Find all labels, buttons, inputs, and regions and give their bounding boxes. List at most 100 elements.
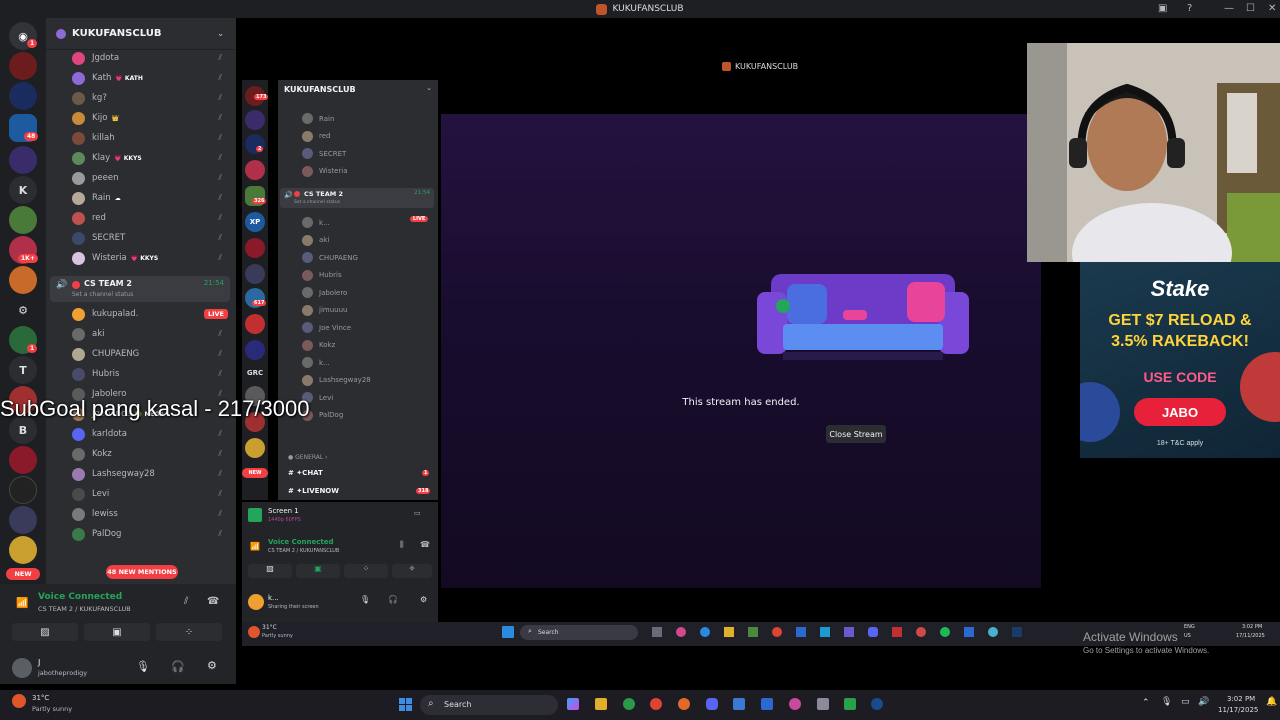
inner-member-row[interactable]: SECRET (302, 145, 346, 162)
windows-start-icon[interactable] (399, 698, 412, 711)
new-mentions-button[interactable]: 48 NEW MENTIONS (106, 565, 178, 579)
inner-member-row[interactable]: Lashsegway28 (302, 372, 371, 389)
member-row[interactable]: Wisteria 💗 KKYS ⫽ (72, 249, 232, 267)
close-button[interactable]: ✕ (1268, 3, 1276, 14)
server-icon[interactable]: ⚙ (9, 296, 37, 324)
screen-share-button[interactable]: ▣ (84, 623, 150, 641)
server-icon[interactable] (9, 506, 37, 534)
inner-member-row[interactable]: Hubris (302, 267, 342, 284)
inner-member-row[interactable]: Kokz (302, 337, 335, 354)
inner-voice-channel[interactable]: 🔊 CS TEAM 2 21:54 Set a channel status (280, 188, 434, 208)
inner-channel-chat[interactable]: # ✦CHAT (288, 469, 323, 477)
voice-channel-path[interactable]: CS TEAM 2 / KUKUFANSCLUB (38, 605, 131, 613)
inner-member-row[interactable]: k... (302, 214, 330, 231)
activities-button[interactable]: ⁘ (156, 623, 222, 641)
app-icon[interactable] (789, 698, 801, 710)
member-row[interactable]: Levi ⫽ (72, 485, 232, 503)
app-icon[interactable] (761, 698, 773, 710)
weather-temp[interactable]: 31°C (32, 694, 49, 702)
server-header[interactable]: KUKUFANSCLUB ⌄ (46, 18, 236, 50)
help-icon[interactable]: ? (1187, 3, 1192, 14)
chrome-icon[interactable] (623, 698, 635, 710)
maximize-button[interactable]: ☐ (1246, 3, 1255, 14)
member-row[interactable]: Jgdota ⫽ (72, 49, 232, 67)
inner-member-row[interactable]: aki (302, 232, 329, 249)
voice-channel-cs-team-2[interactable]: 🔊 CS TEAM 2 21:54 Set a channel status (50, 276, 230, 302)
inner-category-general[interactable]: ● GENERAL › (288, 454, 328, 461)
close-stream-button[interactable]: Close Stream (826, 425, 886, 443)
member-row[interactable]: Lashsegway28 ⫽ (72, 465, 232, 483)
weather-desc[interactable]: Partly sunny (32, 705, 72, 713)
avatar[interactable] (12, 658, 32, 678)
member-row[interactable]: kukupalad. LIVE (72, 305, 232, 323)
server-icon[interactable] (9, 206, 37, 234)
member-row[interactable]: karldota ⫽ (72, 425, 232, 443)
steam-icon[interactable] (871, 698, 883, 710)
sponsor-ad[interactable]: Stake GET $7 RELOAD & 3.5% RAKEBACK! USE… (1080, 262, 1280, 458)
signal-icon[interactable]: 📶 (16, 598, 28, 609)
inner-search-box[interactable]: Search (520, 625, 638, 640)
member-row[interactable]: PalDog ⫽ (72, 525, 232, 543)
server-icon[interactable] (9, 82, 37, 110)
inner-member-row[interactable]: red (302, 128, 330, 145)
inner-member-row[interactable]: Joe Vince (302, 319, 351, 336)
minimize-button[interactable]: — (1224, 3, 1234, 14)
server-icon[interactable] (9, 476, 37, 504)
weather-icon[interactable] (12, 694, 26, 708)
inner-member-row[interactable]: k... (302, 354, 330, 371)
disconnect-icon[interactable]: ☎ (207, 596, 219, 607)
server-icon[interactable] (9, 52, 37, 80)
member-row[interactable]: aki ⫽ (72, 325, 232, 343)
voice-connected-label[interactable]: Voice Connected (38, 592, 122, 602)
tray-chevron-icon[interactable]: ⌃ (1142, 698, 1150, 708)
app-icon[interactable] (817, 698, 829, 710)
clock-time[interactable]: 3:02 PM (1227, 695, 1255, 703)
inbox-icon[interactable]: ▣ (1158, 3, 1167, 14)
clock-date[interactable]: 11/17/2025 (1218, 706, 1258, 714)
tray-mic-icon[interactable]: 🎙 (1161, 697, 1172, 707)
member-row[interactable]: killah ⫽ (72, 129, 232, 147)
inner-member-row[interactable]: Jabolero (302, 284, 347, 301)
inner-channel-livenow[interactable]: # ✦LIVENOW (288, 487, 339, 495)
server-letter-k[interactable]: K (9, 176, 37, 204)
ad-code-button[interactable]: JABO (1134, 398, 1226, 426)
channel-status-hint[interactable]: Set a channel status (72, 291, 133, 298)
notepad-icon[interactable] (733, 698, 745, 710)
chevron-down-icon[interactable]: ⌄ (426, 84, 432, 92)
user-display-name[interactable]: J (38, 658, 40, 667)
server-icon[interactable] (9, 536, 37, 564)
notifications-icon[interactable]: 🔔 (1266, 697, 1277, 707)
user-handle[interactable]: jabotheprodigy (38, 669, 87, 677)
chrome-profile-icon[interactable] (650, 698, 662, 710)
member-row[interactable]: Kath 💗 KATH ⫽ (72, 69, 232, 87)
member-row[interactable]: kg? ⫽ (72, 89, 232, 107)
network-icon[interactable]: ▭ (1181, 697, 1190, 707)
member-row[interactable]: Rain ☁ ⫽ (72, 189, 232, 207)
inner-member-row[interactable]: Wisteria (302, 163, 348, 180)
inner-member-row[interactable]: jimuuuu (302, 302, 347, 319)
member-row[interactable]: red ⫽ (72, 209, 232, 227)
server-icon[interactable] (9, 446, 37, 474)
member-row[interactable]: SECRET ⫽ (72, 229, 232, 247)
server-letter-t[interactable]: T (9, 356, 37, 384)
member-row[interactable]: CHUPAENG ⫽ (72, 345, 232, 363)
file-explorer-icon[interactable] (595, 698, 607, 710)
discord-taskbar-icon[interactable] (706, 698, 718, 710)
microphone-icon[interactable]: 🎙 (136, 660, 150, 673)
member-row[interactable]: Hubris ⫽ (72, 365, 232, 383)
member-row[interactable]: peeen ⫽ (72, 169, 232, 187)
app-icon[interactable] (844, 698, 856, 710)
chrome-profile-2-icon[interactable] (678, 698, 690, 710)
chevron-down-icon[interactable]: ⌄ (217, 29, 224, 38)
member-row[interactable]: Kokz ⫽ (72, 445, 232, 463)
member-row[interactable]: lewiss ⫽ (72, 505, 232, 523)
inner-member-row[interactable]: CHUPAENG (302, 249, 358, 266)
member-row[interactable]: Kijo 👑 ⫽ (72, 109, 232, 127)
taskbar-search-box[interactable]: ⌕ Search (420, 695, 558, 715)
headphones-icon[interactable]: 🎧 (171, 660, 185, 673)
member-row[interactable]: Klay 💗 KKYS ⫽ (72, 149, 232, 167)
settings-gear-icon[interactable]: ⚙ (207, 659, 217, 672)
inner-member-row[interactable]: Rain (302, 110, 334, 127)
start-icon[interactable] (502, 626, 514, 638)
noise-suppression-icon[interactable]: ⫽ (184, 596, 188, 607)
